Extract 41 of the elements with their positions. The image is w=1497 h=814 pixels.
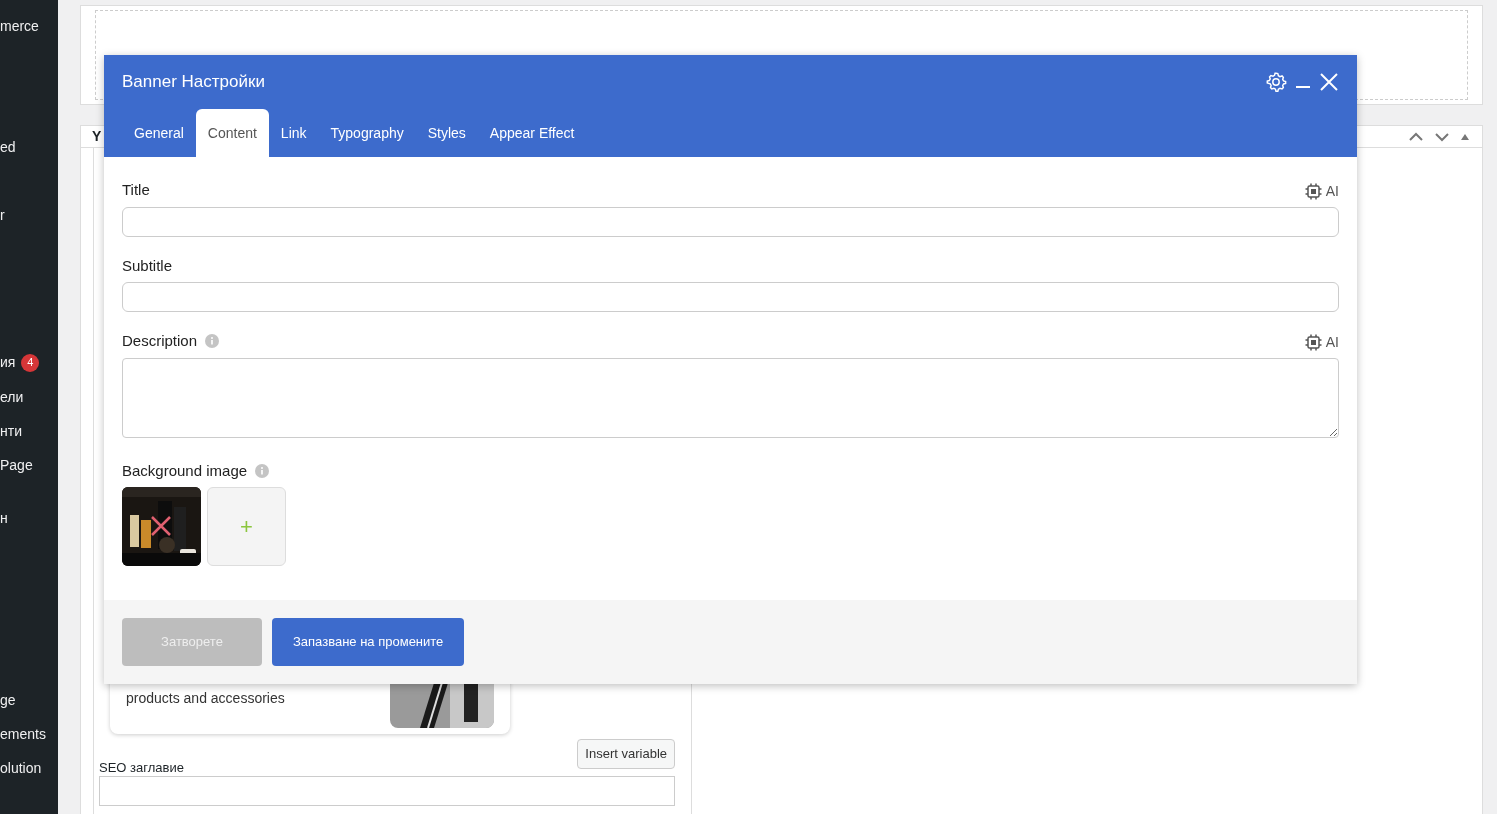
sidebar-item[interactable]: merce xyxy=(0,16,39,37)
tab[interactable]: Content xyxy=(195,109,269,157)
tab[interactable]: Appear Effect xyxy=(477,109,587,157)
text-field[interactable] xyxy=(122,206,1339,237)
count-badge: 4 xyxy=(21,353,40,372)
text-field[interactable] xyxy=(122,282,1339,312)
save-button[interactable]: Запазване на промените xyxy=(272,618,465,666)
sidebar-item[interactable]: н xyxy=(0,508,8,529)
tab[interactable]: General xyxy=(122,109,196,157)
dialog-title: Banner Настройки xyxy=(122,71,265,94)
remove-icon[interactable] xyxy=(150,515,172,537)
ai-button[interactable]: AI xyxy=(1304,331,1339,353)
field-label: Title xyxy=(122,180,150,200)
sidebar-item[interactable]: ements xyxy=(0,724,46,745)
sidebar-item[interactable]: r xyxy=(0,205,5,226)
chip-icon xyxy=(1304,182,1322,200)
field-label: Background image xyxy=(122,460,248,481)
insert-variable-button[interactable]: Insert variable xyxy=(577,739,675,769)
close-icon[interactable] xyxy=(1319,72,1339,92)
seo-title-field[interactable] xyxy=(99,776,675,806)
sidebar-item[interactable]: olution xyxy=(0,758,42,779)
seo-title-label: SEO заглавие xyxy=(99,759,184,777)
field-label: Subtitle xyxy=(122,255,173,276)
settings-icon[interactable] xyxy=(1265,71,1287,93)
sidebar-item[interactable]: ed xyxy=(0,137,16,158)
panel-title: Y xyxy=(92,127,102,146)
sidebar-item[interactable]: ели xyxy=(0,387,24,408)
sidebar-item[interactable]: нти xyxy=(0,421,22,442)
chevron-up-icon[interactable] xyxy=(1408,131,1424,142)
sidebar-item[interactable]: Page xyxy=(0,455,33,476)
card-text: products and accessories xyxy=(126,689,285,708)
tab[interactable]: Link xyxy=(268,109,319,157)
sidebar-item[interactable]: ge xyxy=(0,690,16,711)
chip-icon xyxy=(1304,333,1322,351)
ai-button[interactable]: AI xyxy=(1304,180,1339,202)
triangle-up-icon[interactable] xyxy=(1460,132,1470,141)
field-label: Description xyxy=(122,331,198,351)
tab[interactable]: Typography xyxy=(318,109,416,157)
tab[interactable]: Styles xyxy=(415,109,478,157)
chevron-down-icon[interactable] xyxy=(1434,131,1450,142)
sidebar-item[interactable]: ия 4 xyxy=(0,352,40,373)
